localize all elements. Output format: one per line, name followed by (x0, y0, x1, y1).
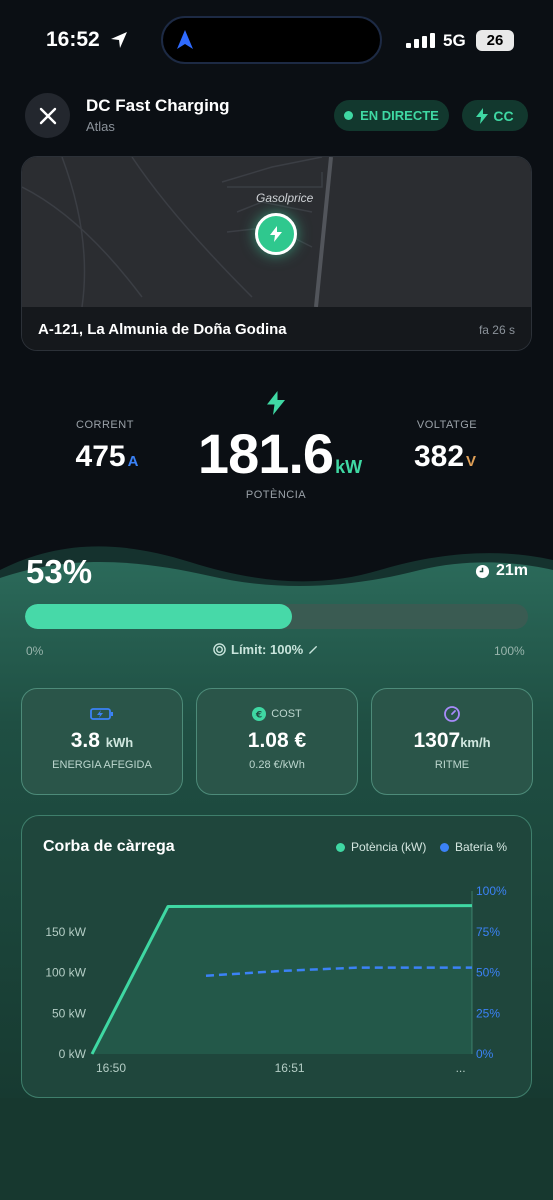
y-left-tick-label: 0 kW (59, 1047, 87, 1061)
rate-label: RITME (434, 759, 470, 771)
clock-icon (475, 564, 490, 578)
navigation-arrow-icon (177, 30, 193, 49)
cost-card: € COST 1.08 € 0.28 €/kWh (196, 688, 358, 795)
charge-limit-button[interactable]: Límit: 100% (213, 642, 319, 657)
y-left-tick-label: 150 kW (45, 925, 86, 939)
power-unit: kW (335, 457, 363, 477)
cost-value: 1.08 € (247, 729, 307, 752)
legend-battery-label: Bateria % (455, 840, 508, 854)
charger-address: A-121, La Almunia de Doña Godina (38, 321, 287, 338)
last-updated: fa 26 s (478, 323, 515, 337)
voltage-label: VOLTATGE (416, 419, 478, 431)
legend-battery: Bateria % (440, 840, 507, 854)
bolt-icon (476, 107, 489, 124)
charge-limit-label: Límit: 100% (231, 642, 304, 657)
charge-mode-label: CC (493, 107, 514, 124)
current-number: 475 (75, 440, 126, 473)
current-unit: A (127, 453, 139, 470)
current-label: CORRENT (76, 419, 134, 431)
close-icon (39, 107, 56, 124)
pencil-icon (309, 646, 318, 654)
energy-label: ENERGIA AFEGIDA (52, 759, 152, 771)
live-badge: EN DIRECTE (334, 100, 449, 131)
charger-map-pin[interactable] (255, 213, 297, 255)
dynamic-island (161, 16, 382, 64)
map-card[interactable]: Gasolprice A-121, La Almunia de Doña God… (21, 156, 532, 351)
y-right-tick-label: 0% (476, 1047, 494, 1061)
x-tick-label: 16:50 (96, 1061, 126, 1075)
svg-text:€: € (255, 711, 262, 721)
map-view[interactable]: Gasolprice (22, 157, 531, 308)
bolt-icon (270, 226, 282, 242)
legend-battery-dot (440, 842, 449, 852)
energy-added-card: 3.8 kWh ENERGIA AFEGIDA (21, 688, 183, 795)
voltage-value: 382 V (390, 440, 500, 474)
y-right-tick-label: 100% (476, 884, 507, 898)
rate-unit: km/h (460, 735, 491, 750)
cost-rate: 0.28 €/kWh (249, 759, 305, 771)
power-number: 181.6 (197, 422, 334, 485)
time-remaining: 21m (475, 562, 528, 580)
progress-min-label: 0% (26, 644, 44, 658)
status-time: 16:52 (46, 28, 100, 51)
power-area (92, 905, 472, 1054)
euro-icon: € (252, 707, 267, 721)
voltage-number: 382 (413, 440, 465, 473)
y-right-tick-label: 50% (476, 966, 500, 980)
current-value: 475 A (52, 440, 162, 474)
y-right-tick-label: 75% (476, 925, 500, 939)
voltage-unit: V (466, 453, 477, 470)
map-footer: A-121, La Almunia de Doña Godina fa 26 s (22, 307, 531, 350)
rate-value: 1307 (413, 729, 461, 752)
cost-label: COST (271, 708, 302, 720)
charge-progress-bar (25, 604, 528, 629)
eta-value: 21m (496, 562, 529, 579)
target-icon (213, 643, 226, 656)
close-button[interactable] (25, 93, 70, 138)
map-poi-label: Gasolprice (256, 191, 314, 205)
bottom-background (0, 1098, 553, 1200)
y-left-tick-label: 100 kW (45, 966, 86, 980)
energy-value: 3.8 (70, 729, 100, 752)
progress-max-label: 100% (494, 644, 525, 658)
legend-power: Potència (kW) (336, 840, 426, 854)
network-label: 5G (443, 31, 466, 50)
rate-card: 1307km/h RITME (371, 688, 533, 795)
x-tick-label: ... (456, 1061, 466, 1075)
charge-percent: 53% (26, 553, 93, 590)
charge-curve-chart: 0 kW 50 kW 100 kW 150 kW 0% 25% 50% 75% 100% 16:5… (45, 884, 507, 1075)
signal-icon (406, 33, 435, 48)
vehicle-name: Atlas (86, 119, 115, 134)
chart-title: Corba de càrrega (43, 838, 175, 855)
live-dot-icon (344, 111, 354, 120)
location-arrow-icon (111, 32, 127, 48)
energy-unit: kWh (105, 735, 134, 750)
charging-bolt-icon (267, 391, 285, 415)
y-right-tick-label: 25% (476, 1006, 500, 1020)
gauge-icon (444, 706, 460, 722)
page-title: DC Fast Charging (86, 96, 230, 115)
power-label: POTÈNCIA (245, 489, 307, 501)
charge-progress-fill (25, 604, 292, 629)
x-tick-label: 16:51 (275, 1061, 305, 1075)
battery-indicator: 26 (476, 30, 514, 51)
live-label: EN DIRECTE (360, 108, 439, 123)
battery-charging-icon (90, 708, 113, 720)
legend-power-label: Potència (kW) (351, 840, 427, 854)
y-left-tick-label: 50 kW (52, 1006, 87, 1020)
legend-power-dot (336, 842, 345, 852)
charge-mode-badge: CC (462, 100, 528, 131)
power-value: 181.6 kW (190, 421, 370, 486)
